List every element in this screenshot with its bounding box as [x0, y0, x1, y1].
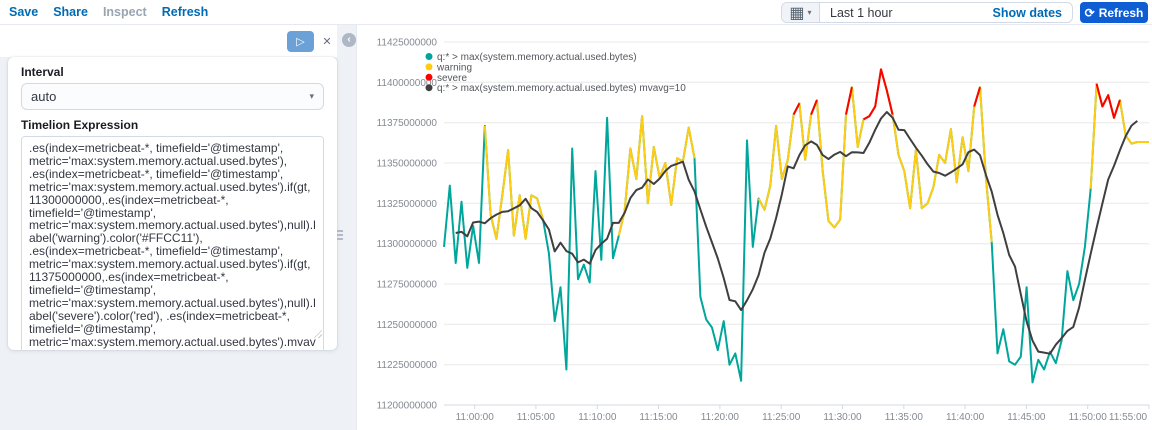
interval-select[interactable]: auto ▾ [21, 83, 324, 110]
timelion-expression-input[interactable]: .es(index=metricbeat-*, timefield='@time… [21, 136, 324, 350]
y-axis-tick-label: 11325000000 [377, 199, 438, 210]
x-axis-tick-label: 11:00:00 [456, 412, 495, 423]
y-axis-tick-label: 11425000000 [377, 38, 438, 49]
legend-label: warning [436, 62, 472, 73]
legend-swatch [425, 53, 433, 60]
play-icon: ▷ [296, 36, 305, 48]
close-icon: ✕ [322, 35, 332, 48]
y-axis-tick-label: 11250000000 [377, 320, 438, 331]
series-raw [443, 68, 1149, 384]
series-warning [757, 68, 993, 243]
series-warning [617, 115, 696, 236]
x-axis-tick-label: 11:55:00 [1109, 412, 1148, 423]
timelion-chart[interactable]: 1142500000011400000000113750000001135000… [357, 25, 1152, 430]
legend-label: q:* > max(system.memory.actual.used.byte… [437, 52, 637, 63]
expression-label: Timelion Expression [21, 118, 139, 132]
x-axis-tick-label: 11:30:00 [823, 412, 862, 423]
y-axis-tick-label: 11350000000 [377, 159, 438, 170]
x-axis-tick-label: 11:10:00 [578, 412, 617, 423]
time-range-picker[interactable]: ▦ ▾ Last 1 hour Show dates [781, 2, 1073, 23]
play-button[interactable]: ▷ [287, 31, 314, 52]
calendar-icon: ▦ [789, 4, 805, 22]
y-axis-tick-label: 11275000000 [377, 280, 438, 291]
interval-label: Interval [21, 65, 64, 79]
chart-panel: 11425000000 11400000000 11375000000 1135000… [356, 25, 1152, 430]
x-axis-tick-label: 11:05:00 [517, 412, 556, 423]
close-editor-button[interactable]: ✕ [319, 33, 335, 49]
refresh-button[interactable]: ⟳ Refresh [1080, 2, 1148, 23]
legend-label: severe [437, 73, 467, 84]
refresh-link[interactable]: Refresh [162, 5, 209, 19]
series-mvavg [455, 111, 1138, 355]
legend-swatch [425, 63, 433, 71]
quick-select-menu-button[interactable]: ▦ ▾ [782, 3, 820, 22]
interval-value: auto [31, 89, 57, 104]
series-warning [1089, 82, 1149, 189]
series-severe [863, 68, 894, 121]
y-axis-tick-label: 11300000000 [377, 239, 438, 250]
chevron-down-icon: ▾ [309, 91, 314, 101]
series-severe [1095, 83, 1121, 119]
legend-item[interactable]: warning [425, 62, 473, 73]
save-button[interactable]: Save [9, 5, 38, 19]
legend-item[interactable]: q:* > max(system.memory.actual.used.byte… [425, 83, 687, 94]
x-axis-tick-label: 11:25:00 [762, 412, 801, 423]
x-axis-tick-label: 11:35:00 [885, 412, 924, 423]
legend-swatch [425, 73, 433, 81]
time-range-label[interactable]: Last 1 hour [830, 6, 893, 20]
refresh-icon: ⟳ [1084, 5, 1095, 20]
series-severe [973, 86, 981, 107]
series-severe [810, 99, 818, 115]
show-dates-button[interactable]: Show dates [993, 6, 1062, 20]
series-severe [792, 102, 801, 116]
series-warning [483, 125, 544, 240]
panel-resize-grip[interactable] [337, 226, 345, 244]
legend-label: q:* > max(system.memory.actual.used.byte… [437, 83, 686, 94]
inspect-button[interactable]: Inspect [103, 5, 147, 19]
y-axis-tick-label: 11225000000 [377, 360, 438, 371]
top-nav: Save Share Inspect Refresh ▦ ▾ Last 1 ho… [0, 0, 1152, 25]
timelion-expression-panel: Interval auto ▾ Timelion Expression .es(… [8, 57, 337, 350]
x-axis-tick-label: 11:15:00 [639, 412, 678, 423]
share-button[interactable]: Share [53, 5, 88, 19]
x-axis-tick-label: 11:20:00 [701, 412, 740, 423]
x-axis-tick-label: 11:40:00 [946, 412, 985, 423]
legend-item[interactable]: q:* > max(system.memory.actual.used.byte… [425, 52, 637, 63]
y-axis-tick-label: 11200000000 [377, 401, 438, 412]
legend-swatch [425, 84, 433, 92]
series-severe [845, 86, 853, 115]
chevron-down-icon: ▾ [807, 8, 812, 17]
collapse-panel-button[interactable]: ‹ [342, 33, 356, 47]
y-axis-tick-label: 11375000000 [377, 118, 438, 129]
x-axis-tick-label: 11:45:00 [1007, 412, 1046, 423]
x-axis-tick-label: 11:50:00 [1069, 412, 1108, 423]
refresh-button-label: Refresh [1098, 5, 1144, 20]
